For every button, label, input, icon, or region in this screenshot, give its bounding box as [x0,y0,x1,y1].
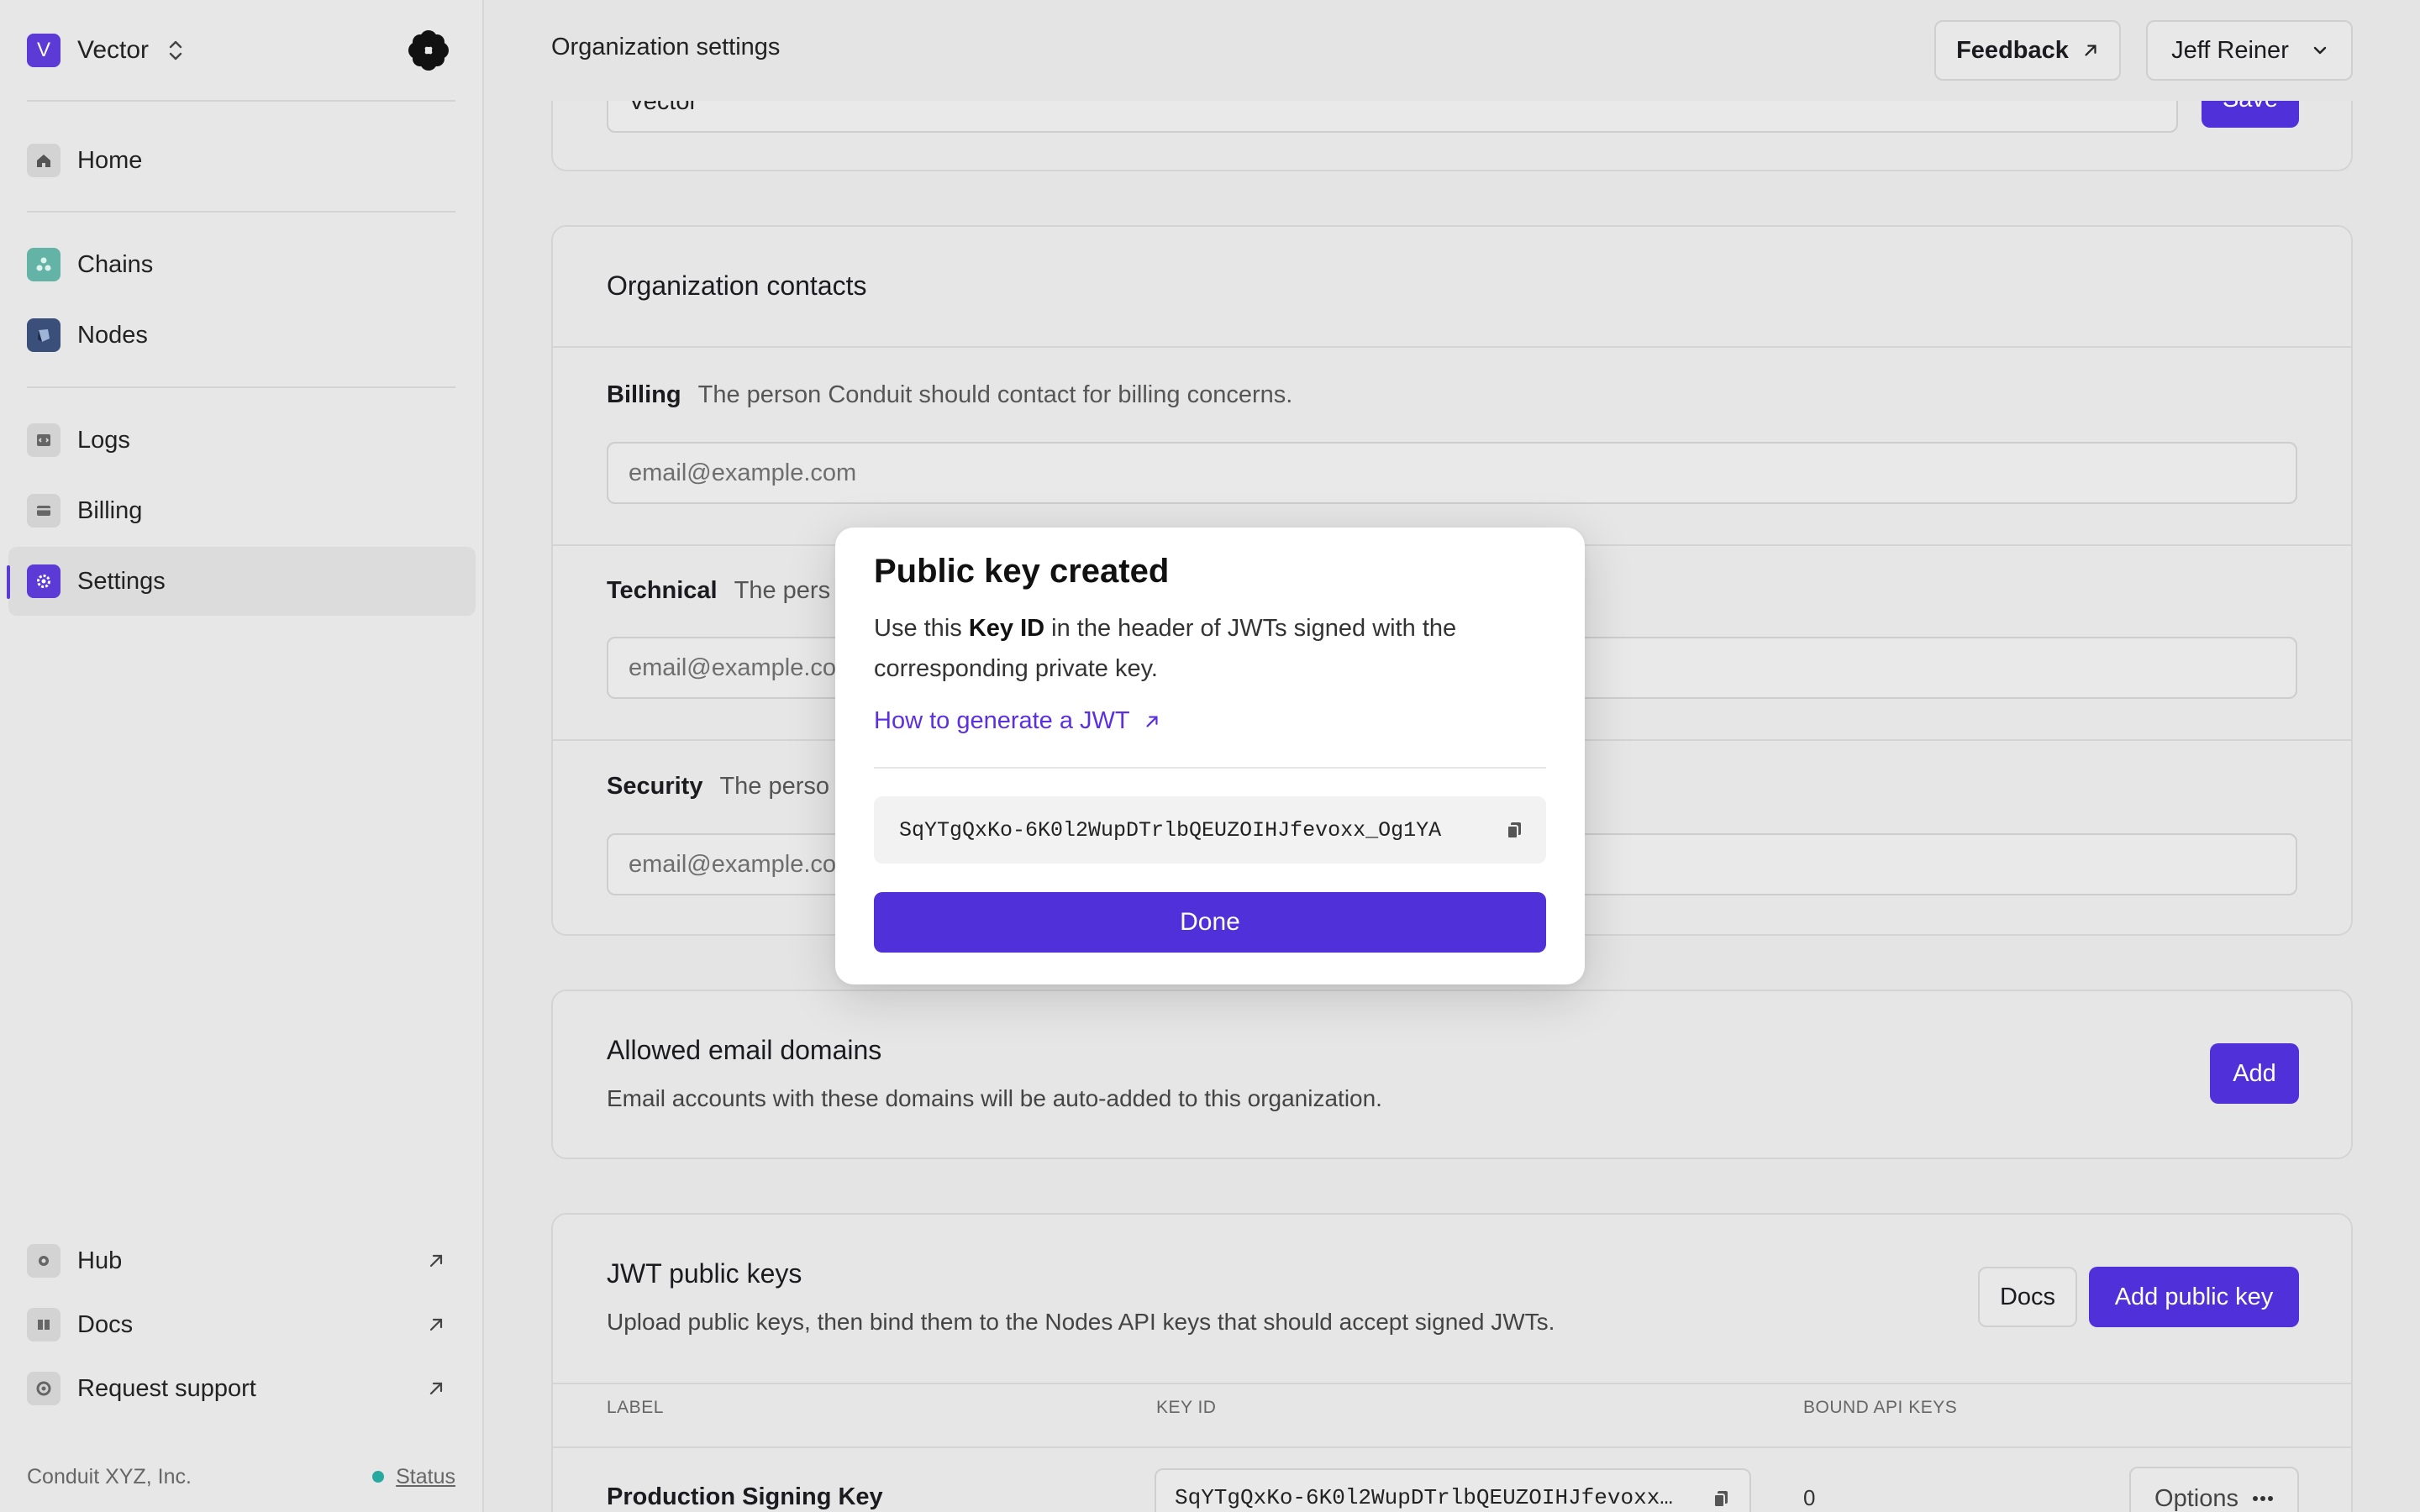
sidebar-item-label: Chains [77,250,154,278]
feedback-button[interactable]: Feedback [1934,20,2121,81]
billing-desc: The person Conduit should contact for bi… [697,381,1293,408]
external-arrow-icon [429,1382,443,1395]
dialog-body-key-id: Key ID [968,615,1045,642]
org-badge: V [27,34,60,67]
add-domain-button[interactable]: Add [2210,1043,2299,1104]
logs-icon [27,423,60,457]
contacts-title: Organization contacts [607,270,867,301]
page-title: Organization settings [551,34,781,60]
sidebar-item-billing[interactable]: Billing [8,476,476,545]
add-public-key-button[interactable]: Add public key [2089,1267,2299,1327]
options-button[interactable]: Options [2129,1467,2299,1512]
status-link[interactable]: Status [372,1465,455,1489]
hub-icon [27,1244,60,1278]
key-id-value: SqYTgQxKo-6K0l2WupDTrlbQEUZOIHJfevoxx_Og… [899,817,1442,843]
divider [27,100,455,102]
sidebar-item-home[interactable]: Home [8,126,476,195]
dialog-body: Use this Key ID in the header of JWTs si… [874,608,1546,689]
docs-button[interactable]: Docs [1978,1267,2077,1327]
domains-desc: Email accounts with these domains will b… [607,1085,1382,1111]
nodes-icon [27,318,60,352]
copy-icon[interactable] [1711,1488,1731,1509]
sidebar-footer: Conduit XYZ, Inc. Status [27,1460,455,1494]
sidebar-item-label: Billing [77,496,143,524]
billing-email-field[interactable]: email@example.com [607,442,2297,504]
support-icon [27,1372,60,1405]
security-desc: The perso [719,773,830,800]
sidebar-item-label: Nodes [77,321,148,349]
divider [874,767,1546,769]
sidebar-item-logs[interactable]: Logs [8,406,476,475]
external-arrow-icon [2085,45,2096,56]
jwt-title: JWT public keys [607,1258,802,1289]
dialog-title: Public key created [874,553,1170,590]
column-header-key-id: KEY ID [1156,1398,1217,1417]
external-arrow-icon [1146,715,1158,727]
sidebar-item-docs[interactable]: Docs [8,1290,476,1359]
org-name: Vector [77,36,150,64]
updown-chevron-icon [169,40,182,60]
company-name: Conduit XYZ, Inc. [27,1464,192,1488]
user-name: Jeff Reiner [2171,36,2289,64]
divider [27,211,455,213]
divider [553,346,2351,348]
done-button[interactable]: Done [874,892,1546,953]
bound-keys-count: 0 [1803,1485,1816,1510]
sidebar-item-nodes[interactable]: Nodes [8,301,476,370]
key-id-value: SqYTgQxKo-6K0l2WupDTrlbQEUZOIHJfevoxx… [1175,1485,1673,1510]
security-contact-label-row: Security The perso [607,773,829,801]
key-id-cell: SqYTgQxKo-6K0l2WupDTrlbQEUZOIHJfevoxx… [1155,1468,1751,1512]
billing-icon [27,494,60,528]
email-domains-card: Allowed email domains Email accounts wit… [551,990,2353,1159]
technical-desc: The pers [734,577,831,604]
column-header-bound-api-keys: BOUND API KEYS [1803,1398,1958,1417]
sidebar-item-label: Logs [77,426,130,454]
billing-label: Billing [607,381,681,408]
key-id-box: SqYTgQxKo-6K0l2WupDTrlbQEUZOIHJfevoxx_Og… [874,796,1546,864]
sidebar-item-label: Request support [77,1374,256,1402]
sidebar-item-label: Docs [77,1310,134,1338]
copy-icon[interactable] [1504,820,1524,840]
home-icon [27,144,60,177]
link-label: How to generate a JWT [874,707,1130,734]
settings-icon [27,564,60,598]
external-arrow-icon [429,1254,443,1268]
technical-label: Technical [607,577,718,604]
sidebar-item-label: Settings [77,567,166,595]
docs-icon [27,1308,60,1341]
public-key-created-dialog: Public key created Use this Key ID in th… [835,528,1585,984]
org-switcher[interactable]: V Vector [27,32,186,69]
security-label: Security [607,773,703,800]
feedback-label: Feedback [1956,36,2069,64]
domains-title: Allowed email domains [607,1035,882,1065]
billing-contact-label-row: Billing The person Conduit should contact… [607,381,1292,409]
chains-icon [27,248,60,281]
how-to-generate-jwt-link[interactable]: How to generate a JWT [874,707,1160,735]
jwt-desc: Upload public keys, then bind them to th… [607,1309,1555,1335]
dialog-body-prefix: Use this [874,615,969,642]
column-header-label: LABEL [607,1398,664,1417]
more-icon [2252,1496,2273,1501]
technical-contact-label-row: Technical The pers [607,577,830,605]
status-dot [372,1471,385,1483]
chevron-down-icon [2313,46,2327,55]
divider [553,1446,2351,1448]
options-label: Options [2154,1484,2238,1512]
divider [553,1383,2351,1384]
sidebar-item-request-support[interactable]: Request support [8,1354,476,1423]
topbar: Organization settings Feedback Jeff Rein… [486,0,2420,101]
sidebar-item-chains[interactable]: Chains [8,230,476,299]
external-arrow-icon [429,1318,443,1331]
key-label-cell: Production Signing Key [607,1483,883,1510]
user-menu[interactable]: Jeff Reiner [2146,20,2353,81]
sidebar-item-label: Home [77,146,143,174]
sidebar-item-hub[interactable]: Hub [8,1226,476,1295]
sidebar-item-settings[interactable]: Settings [7,547,476,616]
sidebar: V Vector Home Chains Nodes Logs Billing … [0,0,484,1512]
sidebar-item-label: Hub [77,1247,123,1274]
flower-logo-icon[interactable] [407,29,450,72]
divider [27,386,455,388]
status-label: Status [396,1464,455,1488]
jwt-keys-card: JWT public keys Upload public keys, then… [551,1213,2353,1512]
